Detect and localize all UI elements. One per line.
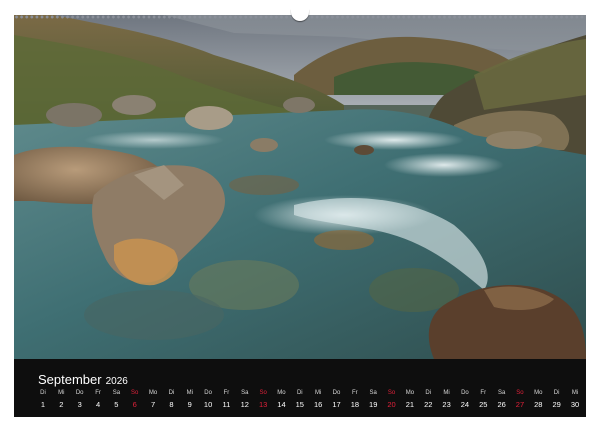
- year-label: 2026: [105, 376, 128, 387]
- weekday-label: Fr: [95, 390, 101, 396]
- day-number: 23: [442, 400, 451, 409]
- weekday-label: So: [516, 390, 524, 396]
- day-cell: Fr 11: [216, 389, 236, 410]
- weekday-label: So: [259, 390, 267, 396]
- day-cell: Fr 25: [473, 389, 493, 410]
- day-number: 28: [534, 400, 543, 409]
- weekday-label: Di: [168, 390, 175, 396]
- day-number: 7: [150, 400, 156, 409]
- day-number: 9: [187, 400, 192, 409]
- day-cell: Mo 21: [400, 389, 420, 410]
- day-number: 21: [405, 400, 415, 409]
- day-cell-sunday: So 27: [510, 389, 530, 410]
- weekday-label: Fr: [352, 390, 358, 396]
- weekday-label: Do: [461, 390, 469, 396]
- weekday-label: Mi: [186, 390, 193, 396]
- day-number: 19: [369, 400, 378, 409]
- weekday-label: Mo: [534, 390, 543, 396]
- day-cell: Mo 7: [143, 389, 163, 410]
- day-number: 8: [169, 400, 174, 409]
- day-cell: Fr 18: [345, 389, 365, 410]
- day-cell: Do 24: [455, 389, 475, 410]
- day-cell: Do 17: [327, 389, 347, 410]
- day-cell-sunday: So 6: [125, 389, 145, 410]
- day-cell: Di 22: [418, 389, 438, 410]
- day-number: 18: [350, 400, 360, 409]
- weekday-label: Di: [425, 390, 432, 396]
- day-number: 16: [314, 400, 323, 409]
- weekday-label: Sa: [241, 390, 249, 396]
- day-cell: Di 29: [547, 389, 567, 410]
- weekday-label: Sa: [497, 390, 506, 396]
- weekday-label: Mi: [58, 390, 65, 396]
- weekday-label: Mo: [277, 390, 286, 396]
- day-number: 12: [240, 400, 249, 409]
- day-number: 29: [552, 400, 561, 409]
- weekday-label: Do: [75, 390, 84, 396]
- day-cell-sunday: So 20: [382, 389, 402, 410]
- day-cell: Do 10: [198, 389, 218, 410]
- day-row: Di 1 Mi 2 Do 3 Fr 4 Sa 5 So 6 Mo 7 Di 8 Mi 9 Do 10 Fr 11 Sa 12 S…: [40, 389, 579, 411]
- day-cell: Fr 4: [88, 389, 108, 410]
- weekday-label: Do: [332, 390, 341, 396]
- weekday-label: So: [131, 390, 139, 396]
- day-number: 17: [332, 400, 341, 409]
- day-number: 22: [424, 400, 433, 409]
- day-cell: Mi 2: [51, 389, 71, 410]
- day-number: 30: [570, 400, 580, 409]
- day-cell: Sa 26: [492, 389, 512, 410]
- calendar-strip: September 2026 Di 1 Mi 2 Do 3 Fr 4 Sa 5 So 6 Mo 7 Di 8 Mi…: [14, 359, 586, 417]
- day-number: 20: [387, 400, 396, 409]
- day-number: 10: [203, 400, 213, 409]
- day-cell: Mi 23: [437, 389, 457, 410]
- weekday-label: So: [387, 390, 396, 396]
- weekday-label: Sa: [112, 390, 121, 396]
- day-number: 25: [479, 400, 488, 409]
- day-cell: Di 15: [290, 389, 310, 410]
- day-cell: Mi 16: [308, 389, 328, 410]
- day-number: 3: [77, 400, 82, 409]
- weekday-label: Mi: [315, 390, 322, 396]
- day-number: 14: [277, 400, 286, 409]
- landscape-photo: [14, 15, 586, 359]
- day-number: 11: [222, 400, 231, 409]
- day-cell: Do 3: [70, 389, 90, 410]
- day-number: 24: [460, 400, 470, 409]
- day-number: 27: [515, 400, 525, 409]
- day-cell: Sa 19: [363, 389, 383, 410]
- day-cell: Di 1: [33, 389, 53, 410]
- weekday-label: Mo: [405, 390, 415, 396]
- day-number: 26: [497, 400, 506, 409]
- weekday-label: Mi: [443, 390, 450, 396]
- day-cell: Mi 30: [565, 389, 585, 410]
- day-number: 5: [114, 400, 119, 409]
- day-cell-sunday: So 13: [253, 389, 273, 410]
- weekday-label: Mo: [148, 390, 158, 396]
- weekday-label: Di: [40, 390, 46, 396]
- day-number: 15: [295, 400, 304, 409]
- weekday-label: Mi: [571, 390, 579, 396]
- weekday-label: Sa: [369, 390, 377, 396]
- day-cell: Mi 9: [180, 389, 200, 410]
- weekday-label: Di: [296, 390, 303, 396]
- month-name: September: [38, 372, 102, 387]
- day-cell: Di 8: [161, 389, 181, 410]
- day-cell: Sa 5: [106, 389, 126, 410]
- day-number: 6: [132, 400, 137, 409]
- day-number: 4: [95, 400, 101, 409]
- day-cell: Mo 14: [271, 389, 291, 410]
- river-landscape-illustration: [14, 15, 586, 359]
- weekday-label: Di: [553, 390, 560, 396]
- weekday-label: Fr: [223, 390, 230, 396]
- day-number: 13: [258, 400, 268, 409]
- day-cell: Mo 28: [528, 389, 548, 410]
- day-number: 1: [40, 400, 46, 409]
- month-heading: September 2026: [38, 371, 128, 389]
- weekday-label: Do: [204, 390, 212, 396]
- day-number: 2: [59, 400, 64, 409]
- calendar-page: September 2026 Di 1 Mi 2 Do 3 Fr 4 Sa 5 So 6 Mo 7 Di 8 Mi…: [0, 0, 600, 432]
- day-cell: Sa 12: [235, 389, 255, 410]
- weekday-label: Fr: [480, 390, 487, 396]
